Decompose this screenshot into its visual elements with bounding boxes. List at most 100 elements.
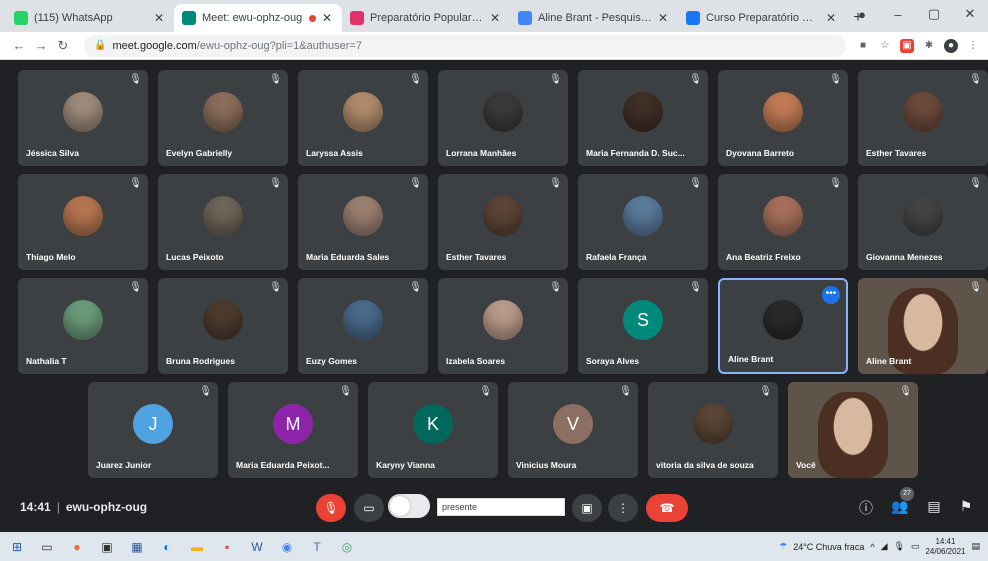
participant-tile[interactable]: M 🎙 Maria Eduarda Peixot...	[228, 382, 358, 478]
info-icon: ⓘ	[859, 500, 873, 516]
browser-tab[interactable]: Curso Preparatório Popular ✕	[678, 4, 846, 32]
participant-tile[interactable]: J 🎙 Juarez Junior	[88, 382, 218, 478]
participant-tile[interactable]: 🎙 Bruna Rodrigues	[158, 278, 288, 374]
participant-tile[interactable]: 🎙 Giovanna Menezes	[858, 174, 988, 270]
close-tab-icon[interactable]: ✕	[824, 11, 838, 25]
edge-icon[interactable]: ◐	[156, 536, 178, 558]
participant-tile[interactable]: 🎙 Laryssa Assis	[298, 70, 428, 166]
more-options-icon[interactable]: •••	[822, 286, 840, 304]
browser-tab[interactable]: Meet: ewu-ophz-oug ✕	[174, 4, 342, 32]
phone-hangup-icon: ☎	[659, 501, 675, 515]
close-tab-icon[interactable]: ✕	[656, 11, 670, 25]
present-button[interactable]: ▣	[572, 494, 602, 522]
close-tab-icon[interactable]: ✕	[152, 11, 166, 25]
browser-tab[interactable]: (115) WhatsApp ✕	[6, 4, 174, 32]
participant-tile[interactable]: 🎙 Rafaela França	[578, 174, 708, 270]
firefox-icon[interactable]: ●	[66, 536, 88, 558]
participant-tile[interactable]: 🎙 Thiago Melo	[18, 174, 148, 270]
mic-off-button[interactable]: 🎙	[316, 494, 346, 522]
minimize-button[interactable]: –	[880, 7, 916, 22]
tab-favicon-icon	[182, 11, 196, 25]
app-2-icon[interactable]: ◎	[336, 536, 358, 558]
tray-chevron-icon[interactable]: ^	[870, 542, 874, 552]
browser-tab[interactable]: Aline Brant - Pesquisa Google ✕	[510, 4, 678, 32]
start-icon[interactable]: ⊞	[6, 536, 28, 558]
participant-avatar	[343, 300, 383, 341]
task-view-icon[interactable]: ▭	[36, 536, 58, 558]
mic-off-icon: 🎙	[969, 282, 982, 293]
participant-tile[interactable]: 🎙 Dyovana Barreto	[718, 70, 848, 166]
more-options-button[interactable]: ⋮	[608, 494, 638, 522]
store-icon[interactable]: ▣	[96, 536, 118, 558]
battery-icon[interactable]: ▭	[911, 541, 920, 552]
participant-tile[interactable]: 🎙 Esther Tavares	[858, 70, 988, 166]
participant-tile[interactable]: 🎙 Izabela Soares	[438, 278, 568, 374]
close-tab-icon[interactable]: ✕	[488, 11, 502, 25]
teams-icon[interactable]: T	[306, 536, 328, 558]
leave-call-button[interactable]: ☎	[646, 494, 688, 522]
participant-tile[interactable]: 🎙 Você	[788, 382, 918, 478]
participant-tile[interactable]: 🎙 Aline Brant	[858, 278, 988, 374]
mic-tray-icon[interactable]: 🎙	[893, 541, 904, 552]
word-icon[interactable]: W	[246, 536, 268, 558]
participant-name: Lucas Peixoto	[166, 252, 224, 262]
participant-tile[interactable]: K 🎙 Karyny Vianna	[368, 382, 498, 478]
chrome-icon[interactable]: ◉	[276, 536, 298, 558]
participant-name: Juarez Junior	[96, 460, 152, 470]
participant-tile[interactable]: 🎙 Maria Fernanda D. Suc...	[578, 70, 708, 166]
tab-label: Aline Brant - Pesquisa Google	[538, 12, 652, 24]
tray-date: 24/06/2021	[925, 546, 966, 556]
participant-tile[interactable]: ••• Aline Brant	[718, 278, 848, 374]
close-window-button[interactable]: ✕	[952, 6, 988, 22]
url-bar[interactable]: 🔒 meet.google.com /ewu-ophz-oug?pli=1&au…	[84, 34, 846, 57]
close-tab-icon[interactable]: ✕	[320, 11, 334, 25]
puzzle-icon[interactable]: ✱	[922, 39, 936, 53]
participant-name: Karyny Vianna	[376, 460, 435, 470]
reload-button[interactable]: ↻	[52, 38, 74, 54]
weather-text[interactable]: 24°C Chuva fraca	[793, 542, 864, 552]
menu-icon[interactable]: ⋮	[966, 39, 980, 53]
participant-tile[interactable]: 🎙 Esther Tavares	[438, 174, 568, 270]
back-button[interactable]: ←	[8, 38, 30, 53]
participant-tile[interactable]: 🎙 Evelyn Gabrielly	[158, 70, 288, 166]
notifications-icon[interactable]: ▤	[971, 541, 980, 552]
browser-tab[interactable]: Preparatório Popular Goitacá ✕	[342, 4, 510, 32]
extension-icon[interactable]: ▣	[900, 38, 914, 53]
participant-tile[interactable]: 🎙 Lorrana Manhães	[438, 70, 568, 166]
tray-clock[interactable]: 14:41 24/06/2021	[925, 537, 965, 557]
participant-name: Soraya Alves	[586, 356, 640, 366]
mic-off-icon: 🎙	[689, 74, 702, 85]
participant-tile[interactable]: V 🎙 Vinicius Moura	[508, 382, 638, 478]
participant-tile[interactable]: 🎙 vitoria da silva de souza	[648, 382, 778, 478]
participant-name: Thiago Melo	[26, 252, 76, 262]
participant-name: Jéssica Silva	[26, 148, 79, 158]
participant-name: Maria Fernanda D. Suc...	[586, 148, 685, 158]
participant-tile[interactable]: S 🎙 Soraya Alves	[578, 278, 708, 374]
info-button[interactable]: ⓘ	[856, 498, 876, 518]
participant-tile[interactable]: 🎙 Lucas Peixoto	[158, 174, 288, 270]
activities-button[interactable]: ⚑	[956, 498, 976, 515]
photos-icon[interactable]: ▦	[126, 536, 148, 558]
network-icon[interactable]: ◢	[881, 541, 888, 552]
participant-name: Laryssa Assis	[306, 148, 363, 158]
camera-button[interactable]: ▭	[354, 494, 384, 522]
toggle-switch[interactable]	[388, 494, 430, 518]
participant-tile[interactable]: 🎙 Ana Beatriz Freixo	[718, 174, 848, 270]
participant-tile[interactable]: 🎙 Maria Eduarda Sales	[298, 174, 428, 270]
participant-tile[interactable]: 🎙 Nathalia T	[18, 278, 148, 374]
app-icon[interactable]: ▪	[216, 536, 238, 558]
camera-icon[interactable]: ■	[856, 39, 870, 53]
tab-label: Meet: ewu-ophz-oug	[202, 12, 303, 24]
forward-button[interactable]: →	[30, 38, 52, 53]
chat-button[interactable]: ▤	[924, 498, 944, 515]
profile-icon[interactable]: ●	[844, 7, 880, 22]
participant-tile[interactable]: 🎙 Euzy Gomes	[298, 278, 428, 374]
participant-tile[interactable]: 🎙 Jéssica Silva	[18, 70, 148, 166]
maximize-button[interactable]: ▢	[916, 6, 952, 22]
file-explorer-icon[interactable]: ▬	[186, 536, 208, 558]
mic-off-icon: 🎙	[549, 178, 562, 189]
participant-avatar	[693, 404, 733, 445]
avatar-icon[interactable]: ●	[944, 38, 958, 53]
star-icon[interactable]: ☆	[878, 39, 892, 53]
chat-input[interactable]	[437, 498, 565, 516]
